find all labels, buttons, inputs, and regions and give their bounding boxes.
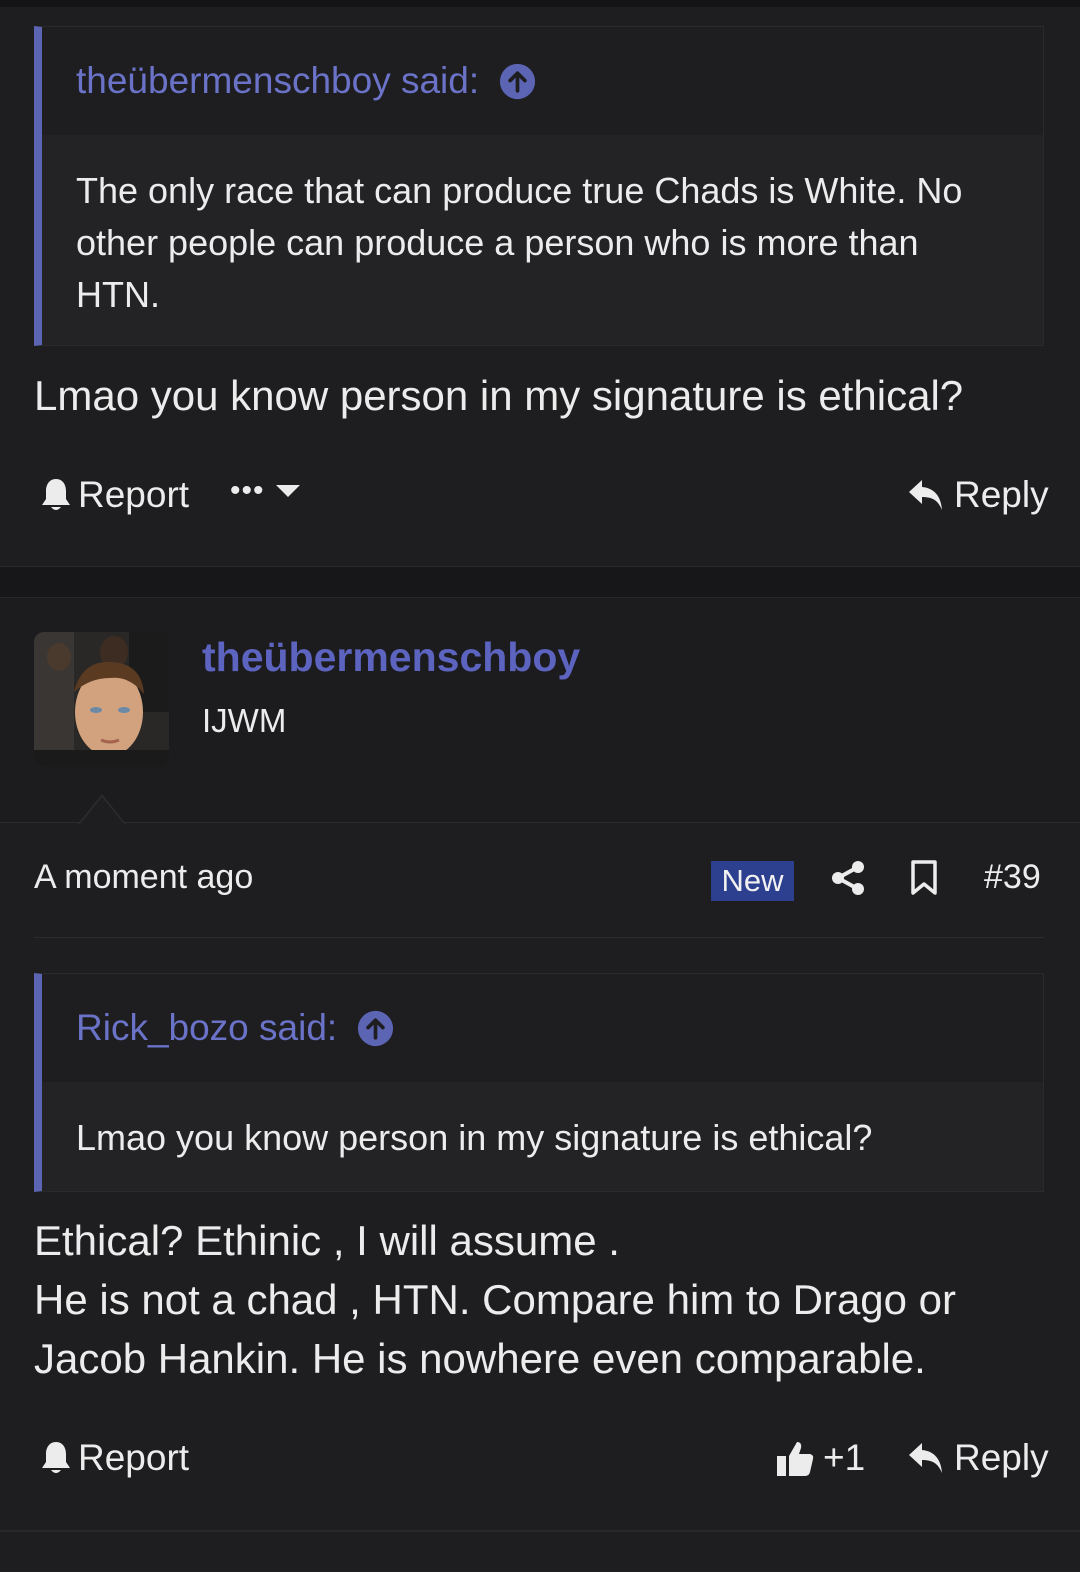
chevron-down-icon xyxy=(275,485,300,497)
post-message: Lmao you know person in my signature is … xyxy=(34,372,964,419)
reply-button[interactable]: Reply xyxy=(908,474,1049,516)
report-label: Report xyxy=(78,1437,190,1478)
post-separator xyxy=(0,1530,1080,1532)
reply-icon xyxy=(909,1443,942,1473)
avatar[interactable] xyxy=(34,632,169,767)
new-badge: New xyxy=(711,861,794,901)
post-time[interactable]: A moment ago xyxy=(34,858,253,897)
bell-icon xyxy=(42,1442,70,1473)
message-line: He is not a chad , HTN. Compare him to D… xyxy=(34,1276,957,1323)
like-count: +1 xyxy=(823,1437,866,1478)
report-button[interactable]: Report xyxy=(40,474,189,516)
more-dots: ••• xyxy=(230,474,265,507)
post-separator xyxy=(0,566,1080,597)
quote-header[interactable]: theübermenschboy said: xyxy=(42,27,1043,135)
jump-to-quote-icon[interactable] xyxy=(499,63,536,100)
like-button[interactable]: +1 xyxy=(775,1437,865,1479)
more-options-button[interactable]: ••• xyxy=(230,474,301,508)
post-message: Ethical? Ethinic , I will assume . He is… xyxy=(34,1211,1044,1388)
quote-author-link[interactable]: theübermenschboy said: xyxy=(76,60,479,102)
avatar-image xyxy=(34,632,169,767)
meta-divider xyxy=(34,937,1044,938)
reply-label: Reply xyxy=(954,1437,1049,1478)
thumbs-up-icon xyxy=(777,1442,814,1476)
arrow-notch-fill xyxy=(80,797,124,824)
bell-icon xyxy=(42,479,70,510)
reply-button[interactable]: Reply xyxy=(908,1437,1049,1479)
username-link[interactable]: theübermenschboy xyxy=(202,634,580,681)
quote-text: The only race that can produce true Chad… xyxy=(76,170,963,315)
quote-text: Lmao you know person in my signature is … xyxy=(76,1117,873,1158)
share-icon[interactable] xyxy=(830,860,866,896)
post-number-link[interactable]: #39 xyxy=(984,858,1041,897)
jump-to-quote-icon[interactable] xyxy=(357,1010,394,1047)
user-title: IJWM xyxy=(202,702,287,739)
message-line: Jacob Hankin. He is nowhere even compara… xyxy=(34,1335,926,1382)
bookmark-icon[interactable] xyxy=(910,860,938,896)
quote-block: theübermenschboy said: The only race tha… xyxy=(34,26,1044,346)
quote-author-link[interactable]: Rick_bozo said: xyxy=(76,1007,337,1049)
report-button[interactable]: Report xyxy=(40,1437,189,1479)
reply-icon xyxy=(909,480,942,510)
report-label: Report xyxy=(78,474,190,515)
top-bar xyxy=(0,0,1080,7)
quote-header[interactable]: Rick_bozo said: xyxy=(42,974,1043,1082)
message-line: Ethical? Ethinic , I will assume . xyxy=(34,1217,620,1264)
quote-block: Rick_bozo said: Lmao you know person in … xyxy=(34,973,1044,1192)
reply-label: Reply xyxy=(954,474,1049,515)
